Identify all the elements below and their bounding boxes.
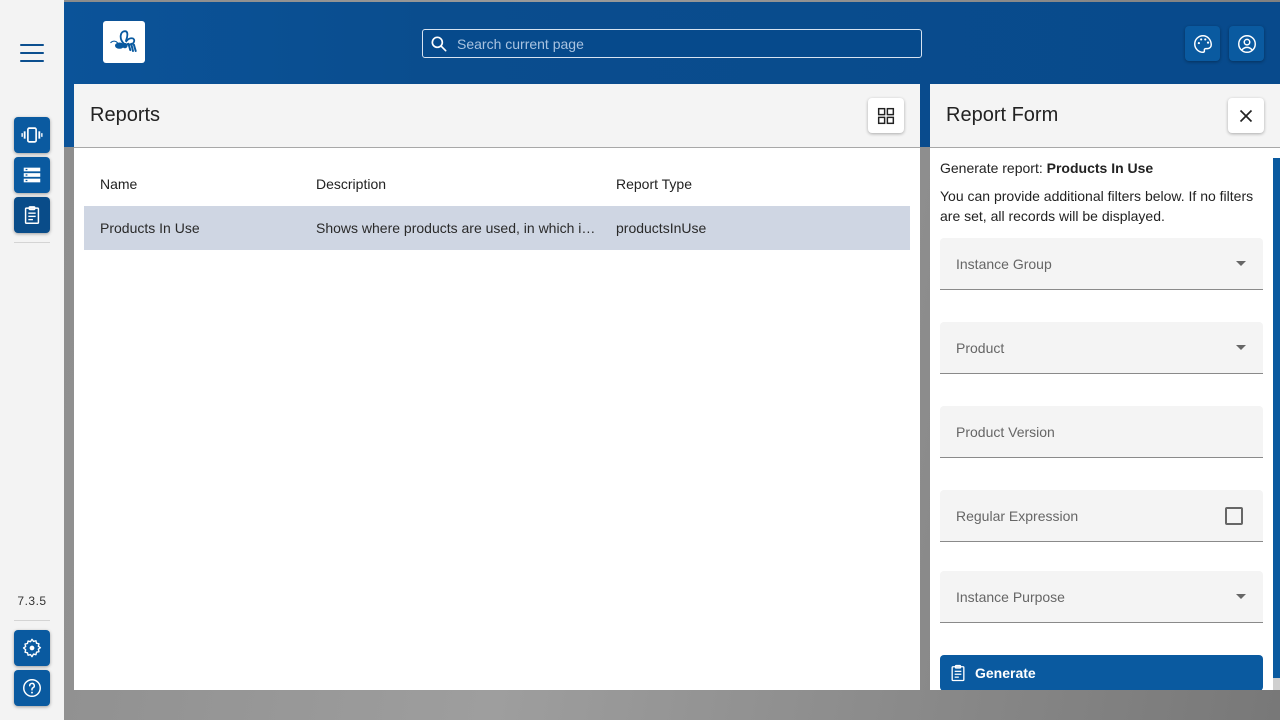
search-input[interactable]: [457, 35, 897, 52]
dropdown-arrow-icon: [1236, 345, 1246, 350]
account-button[interactable]: [1229, 26, 1264, 61]
sidebar-item-reports[interactable]: [14, 197, 50, 233]
report-form-header: Report Form: [930, 84, 1280, 148]
clipboard-icon: [951, 664, 965, 682]
reports-panel-header: Reports: [74, 84, 920, 148]
column-header-report-type[interactable]: Report Type: [600, 176, 910, 192]
field-label: Instance Group: [956, 255, 1052, 272]
field-label: Instance Purpose: [956, 588, 1065, 605]
report-form-body: Generate report: Products In Use You can…: [940, 149, 1263, 226]
bee-logo-icon: [110, 30, 137, 52]
hamburger-icon: [20, 44, 44, 46]
grid-view-icon: [877, 107, 895, 124]
search-field[interactable]: [422, 29, 922, 58]
generate-report-line: Generate report: Products In Use: [940, 160, 1263, 176]
table-header: Name Description Report Type: [84, 162, 910, 206]
table-row[interactable]: Products In Use Shows where products are…: [84, 206, 910, 250]
cell-name: Products In Use: [100, 220, 200, 236]
instance-group-select[interactable]: Instance Group: [940, 238, 1263, 290]
generate-button-label: Generate: [975, 665, 1036, 681]
regular-expression-field[interactable]: Regular Expression: [940, 490, 1263, 542]
generate-button[interactable]: Generate: [940, 655, 1263, 690]
sidebar-item-settings[interactable]: [14, 630, 50, 666]
product-select[interactable]: Product: [940, 322, 1263, 374]
field-label: Product Version: [956, 423, 1055, 440]
reports-table: Name Description Report Type Products In…: [84, 162, 910, 250]
hamburger-menu-button[interactable]: [20, 44, 44, 62]
app-version: 7.3.5: [17, 594, 47, 608]
search-icon: [431, 36, 447, 52]
help-circle-icon: [23, 679, 41, 697]
sidebar-item-instances[interactable]: [14, 117, 50, 153]
vibration-device-icon: [21, 127, 43, 143]
server-list-icon: [23, 167, 41, 183]
field-label: Regular Expression: [956, 507, 1079, 524]
grid-view-button[interactable]: [868, 98, 904, 133]
sidebar-item-servers[interactable]: [14, 157, 50, 193]
theme-button[interactable]: [1185, 26, 1220, 61]
gear-icon: [22, 638, 42, 658]
cell-description: Shows where products are used, in which …: [316, 220, 600, 236]
scrollbar-thumb[interactable]: [1273, 158, 1280, 678]
report-form-panel: Report Form Generate report: Products In…: [930, 84, 1280, 690]
cell-report-type: productsInUse: [616, 220, 707, 236]
filter-hint: You can provide additional filters below…: [940, 188, 1254, 224]
sidebar-divider: [14, 620, 50, 621]
app-logo[interactable]: [103, 21, 145, 63]
reports-panel: Reports Name Description Report Type Pro…: [74, 84, 920, 690]
dropdown-arrow-icon: [1236, 261, 1246, 266]
instance-purpose-select[interactable]: Instance Purpose: [940, 571, 1263, 623]
dropdown-arrow-icon: [1236, 594, 1246, 599]
sidebar: 7.3.5: [0, 0, 64, 720]
close-button[interactable]: [1228, 98, 1264, 133]
page-title: Reports: [90, 104, 161, 126]
generate-report-prefix: Generate report:: [940, 160, 1043, 176]
sidebar-divider: [14, 242, 50, 243]
regular-expression-checkbox[interactable]: [1225, 506, 1243, 525]
product-version-input[interactable]: Product Version: [940, 406, 1263, 458]
close-icon: [1239, 109, 1253, 122]
palette-icon: [1193, 34, 1212, 53]
form-scrollbar[interactable]: [1273, 158, 1280, 690]
clipboard-icon: [24, 206, 40, 224]
selected-report-name: Products In Use: [1046, 160, 1154, 176]
column-header-name[interactable]: Name: [84, 176, 300, 192]
report-form-title: Report Form: [946, 104, 1059, 126]
field-label: Product: [956, 339, 1005, 356]
account-circle-icon: [1237, 34, 1256, 53]
sidebar-item-help[interactable]: [14, 670, 50, 706]
column-header-description[interactable]: Description: [300, 176, 600, 192]
